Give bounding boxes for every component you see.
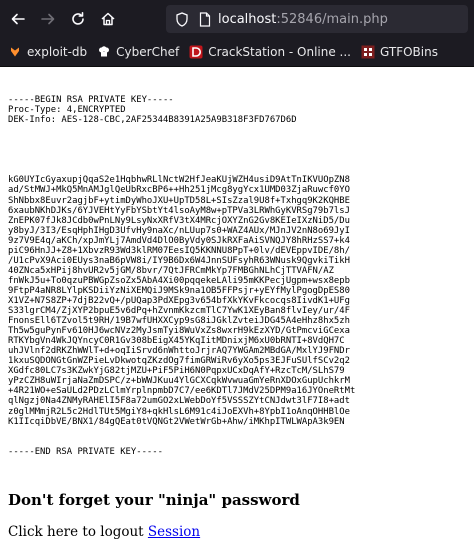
exploit-db-icon [8, 45, 22, 59]
bookmark-label: CyberChef [116, 45, 180, 59]
url-host: localhost [218, 11, 277, 27]
forward-arrow-icon [41, 13, 55, 25]
key-footer: -----END RSA PRIVATE KEY----- [8, 446, 163, 457]
key-line: /U1cPvX9Aci0EUys3naB6pVW8i/IY9B6Dx6W4Jnn… [8, 255, 350, 266]
rsa-private-key: -----BEGIN RSA PRIVATE KEY----- Proc-Type… [8, 67, 466, 477]
key-line: X1VZ+N7S8ZP+7djB22vQ+/pUQap3PdXEpg3v654b… [8, 295, 350, 306]
key-line: 40ZNca5xHPij8hvUR2v5jGM/8bvr/7QtJFRCmMkY… [8, 265, 334, 276]
key-line: -----BEGIN RSA PRIVATE KEY----- [8, 95, 174, 106]
bookmark-gtfobins[interactable]: GTFOBins [361, 45, 438, 59]
page-heading: Don't forget your "ninja" password [8, 490, 300, 509]
key-line: Proc-Type: 4,ENCRYPTED [8, 105, 126, 116]
bookmark-crackstation[interactable]: CrackStation - Online ... [189, 45, 351, 59]
key-body: kG0UYIcGyaxupjQqaS2e1HqbhwRLlNctW2HfJeaK… [8, 175, 466, 426]
reload-button[interactable] [66, 7, 90, 31]
bookmark-label: CrackStation - Online ... [208, 45, 351, 59]
bookmark-exploit-db[interactable]: exploit-db [8, 45, 87, 59]
key-line: fnWkJ5u+To0qzuPBWGpZsoZx5AbA4Xi00pqqekeL… [8, 275, 350, 286]
session-link[interactable]: Session [148, 524, 200, 540]
url-bar[interactable]: localhost:52846/main.php [166, 5, 468, 33]
key-line: K1IIcqiDbVE/BNX1/84gQEat0tVQNGt2VWetWrGb… [8, 416, 345, 427]
back-arrow-icon [11, 13, 25, 25]
bookmark-label: exploit-db [27, 45, 88, 59]
key-line: ZnEPK07fJk8JCdb0wPnLNy9LsyNxXRfV3tX4MRcj… [8, 215, 350, 226]
logout-text: Click here to logout [8, 523, 148, 540]
key-line: z0glMMmjR2L5c2HdlTUt5MgiY8+qkHlsL6M91c4i… [8, 406, 350, 417]
logout-line: Click here to logout Session [8, 524, 466, 540]
bookmark-cyberchef[interactable]: CyberChef [97, 45, 179, 59]
url-path: :52846/main.php [276, 11, 388, 27]
key-line: piC96HnJJ+Z8+1XbvzR93Wd3klRM07EesIQ5KKNN… [8, 245, 350, 256]
browser-chrome: localhost:52846/main.php exploit-db Cybe… [0, 0, 474, 67]
key-line: qlNgzj0Na4ZNMyRAHElI5F8a72umGO2xLWebDoYf… [8, 396, 350, 407]
browser-toolbar: localhost:52846/main.php [0, 0, 474, 38]
home-icon [101, 12, 115, 26]
key-header: -----BEGIN RSA PRIVATE KEY----- Proc-Type… [8, 95, 466, 125]
cyberchef-icon [97, 45, 111, 59]
crackstation-icon [189, 45, 203, 59]
key-line: DEK-Info: AES-128-CBC,2AF25344B8391A25A9… [8, 115, 297, 126]
gtfobins-icon [361, 45, 375, 59]
reload-icon [72, 12, 84, 25]
key-line: +4R21WO+eSaULd2PDzLClmYrplnpmbD7C7/ee6KD… [8, 386, 356, 397]
key-line: yPzCZH8uWIrjaNaZmDSPC/z+bWWJKuu4YlGCXCqk… [8, 376, 350, 387]
key-line: 6xaubNKhDJKs/6YJVEHtYyFbYSbtYt4lsoAyM8w+… [8, 205, 350, 216]
key-line: 1kxuSQDONGtGnWZPieLvDkwotqZKzdOg7fimGRWi… [8, 356, 350, 367]
key-line: FnonsEll6TZvol5t9RH/19B7wfUHXXCyp9sG8iJG… [8, 316, 350, 327]
key-line: S33lgrCM4/ZjXYP2bpuE5v6dPq+hZvnmKkzcmTlC… [8, 306, 350, 317]
key-line: kG0UYIcGyaxupjQqaS2e1HqbhwRLlNctW2HfJeaK… [8, 175, 350, 186]
key-line: uhJVlnf2dRKZhWWlT+d+oqIiSrvd6nWhttoJrjrA… [8, 346, 350, 357]
key-line: XGdfc80LC7s3KZwkYjG82tjMZU+PiF5PiH6N0Pqp… [8, 366, 345, 377]
key-line: RTKYbgVn4WkJQYncyC0R1Gv308bEigX45YKqIitM… [8, 336, 345, 347]
key-line: 9z7V9E4q/aKCh/xpJmYLj7AmdVd4DlO0ByVdy0SJ… [8, 235, 350, 246]
bookmark-label: GTFOBins [380, 45, 438, 59]
page-content: -----BEGIN RSA PRIVATE KEY----- Proc-Type… [0, 67, 474, 540]
back-button[interactable] [6, 7, 30, 31]
key-line: 9FtpP4aNR8LYlpKSDiiYzNiXEMQiJ9MSk9na1OB5… [8, 285, 350, 296]
home-button[interactable] [96, 7, 120, 31]
key-line: ad/StMWJ+MkQ5MnAMJglQeUbRxcBP6++Hh251jMc… [8, 185, 350, 196]
shield-icon[interactable] [174, 11, 190, 27]
key-line: y8byJ/3I3/EsqHphIHgD3UfvHy9naXc/nLUup7s0… [8, 225, 350, 236]
page-info-icon[interactable] [198, 11, 212, 27]
key-blank-line [8, 145, 466, 155]
forward-button[interactable] [36, 7, 60, 31]
bookmarks-bar: exploit-db CyberChef CrackStation - Onli… [0, 38, 474, 67]
key-line: Th5w5guPynFv610HJ6wcNVz2MyJsmTyi8WuVxZs8… [8, 326, 350, 337]
key-line: ShNbbx8Euvr2agjbF+ytimDyWhoJXU+UpTD58L+S… [8, 195, 350, 206]
